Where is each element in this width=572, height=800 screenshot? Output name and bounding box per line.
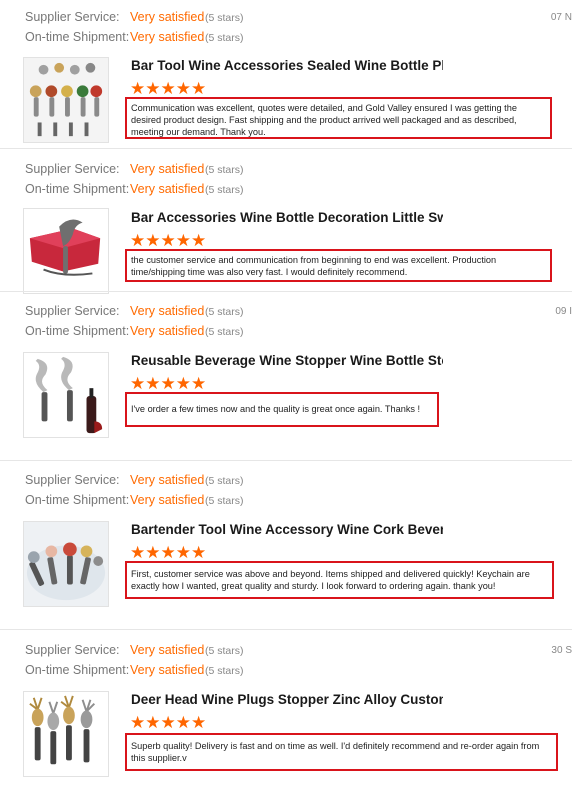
divider (0, 291, 572, 292)
star-icon: ★ (175, 713, 191, 732)
shipment-stars: (5 stars) (205, 32, 244, 44)
rating-stars: ★★★★★ (130, 79, 207, 98)
shipment-value: Very satisfied (130, 324, 205, 338)
shipment-stars: (5 stars) (205, 495, 244, 507)
star-icon: ★ (160, 543, 176, 562)
supplier-service-stars: (5 stars) (205, 306, 244, 318)
swan-stopper-image (24, 209, 108, 293)
star-icon: ★ (175, 79, 191, 98)
product-title[interactable]: Bar Tool Wine Accessories Sealed Wine Bo… (131, 58, 443, 73)
supplier-service-stars: (5 stars) (205, 645, 244, 657)
supplier-service-value: Very satisfied (130, 643, 205, 657)
star-icon: ★ (175, 374, 191, 393)
supplier-service-stars: (5 stars) (205, 475, 244, 487)
star-icon: ★ (130, 79, 146, 98)
review-date: 07 N (550, 12, 572, 23)
shipment-value: Very satisfied (130, 30, 205, 44)
star-icon: ★ (191, 374, 207, 393)
mermaid-stopper-image (24, 353, 108, 437)
star-icon: ★ (191, 231, 207, 250)
product-thumbnail[interactable] (23, 352, 109, 438)
cork-set-image (24, 522, 108, 606)
star-icon: ★ (130, 713, 146, 732)
shipment-value: Very satisfied (130, 493, 205, 507)
star-icon: ★ (130, 374, 146, 393)
wine-stopper-image (24, 58, 108, 142)
supplier-service-value: Very satisfied (130, 304, 205, 318)
star-icon: ★ (175, 543, 191, 562)
shipment-label: On-time Shipment: (25, 324, 130, 338)
product-thumbnail[interactable] (23, 521, 109, 607)
supplier-service-label: Supplier Service: (25, 10, 120, 24)
product-thumbnail[interactable] (23, 57, 109, 143)
star-icon: ★ (191, 79, 207, 98)
supplier-service-label: Supplier Service: (25, 643, 120, 657)
shipment-value: Very satisfied (130, 663, 205, 677)
star-icon: ★ (145, 374, 161, 393)
shipment-stars: (5 stars) (205, 184, 244, 196)
supplier-service-value: Very satisfied (130, 162, 205, 176)
divider (0, 148, 572, 149)
review-comment: Communication was excellent, quotes were… (125, 97, 552, 139)
star-icon: ★ (130, 543, 146, 562)
review-comment: First, customer service was above and be… (125, 561, 554, 599)
star-icon: ★ (145, 543, 161, 562)
deer-stopper-image (24, 692, 108, 776)
product-title[interactable]: Deer Head Wine Plugs Stopper Zinc Alloy … (131, 692, 443, 707)
shipment-stars: (5 stars) (205, 665, 244, 677)
product-thumbnail[interactable] (23, 208, 109, 294)
star-icon: ★ (175, 231, 191, 250)
divider (0, 460, 572, 461)
review-comment: I've order a few times now and the quali… (125, 392, 439, 427)
supplier-service-label: Supplier Service: (25, 162, 120, 176)
star-icon: ★ (145, 231, 161, 250)
star-icon: ★ (160, 231, 176, 250)
supplier-service-value: Very satisfied (130, 10, 205, 24)
star-icon: ★ (145, 713, 161, 732)
rating-stars: ★★★★★ (130, 231, 207, 250)
shipment-label: On-time Shipment: (25, 30, 130, 44)
review-comment: Superb quality! Delivery is fast and on … (125, 733, 558, 771)
star-icon: ★ (160, 79, 176, 98)
product-thumbnail[interactable] (23, 691, 109, 777)
shipment-value: Very satisfied (130, 182, 205, 196)
supplier-service-stars: (5 stars) (205, 164, 244, 176)
star-icon: ★ (130, 231, 146, 250)
supplier-service-value: Very satisfied (130, 473, 205, 487)
star-icon: ★ (160, 374, 176, 393)
shipment-label: On-time Shipment: (25, 493, 130, 507)
product-title[interactable]: Bar Accessories Wine Bottle Decoration L… (131, 210, 443, 225)
rating-stars: ★★★★★ (130, 713, 207, 732)
star-icon: ★ (191, 543, 207, 562)
supplier-service-stars: (5 stars) (205, 12, 244, 24)
supplier-service-label: Supplier Service: (25, 473, 120, 487)
product-title[interactable]: Bartender Tool Wine Accessory Wine Cork … (131, 522, 443, 537)
product-title[interactable]: Reusable Beverage Wine Stopper Wine Bott… (131, 353, 443, 368)
review-date: 30 S (551, 645, 572, 656)
rating-stars: ★★★★★ (130, 374, 207, 393)
supplier-service-label: Supplier Service: (25, 304, 120, 318)
review-date: 09 I (555, 306, 572, 317)
star-icon: ★ (145, 79, 161, 98)
star-icon: ★ (160, 713, 176, 732)
shipment-stars: (5 stars) (205, 326, 244, 338)
rating-stars: ★★★★★ (130, 543, 207, 562)
star-icon: ★ (191, 713, 207, 732)
review-comment: the customer service and communication f… (125, 249, 552, 282)
shipment-label: On-time Shipment: (25, 663, 130, 677)
shipment-label: On-time Shipment: (25, 182, 130, 196)
divider (0, 629, 572, 630)
